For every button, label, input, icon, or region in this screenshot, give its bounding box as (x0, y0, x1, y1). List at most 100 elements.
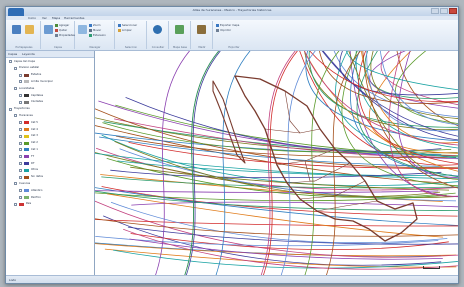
layer-properties-button[interactable]: Propiedades (55, 34, 75, 38)
cursor-icon (118, 24, 121, 27)
layer-tree-label: Limite municipal (31, 79, 53, 83)
layer-tree-label: Pacifico (31, 195, 41, 199)
expand-toggle-icon[interactable] (14, 66, 17, 70)
layer-tree-item[interactable]: Division estatal (6, 66, 92, 71)
zoom-button[interactable]: Zoom (89, 24, 113, 28)
visibility-checkbox[interactable] (19, 134, 22, 138)
layer-tree-label: Huracanes (19, 113, 33, 117)
layer-tree-label: Cat 2 (31, 141, 38, 145)
layer-tree-item[interactable]: Ciudades (6, 100, 92, 105)
pan-button[interactable]: Mover (89, 29, 113, 33)
layer-tree-item[interactable]: TT (6, 155, 92, 159)
clear-selection-button[interactable]: Limpiar (118, 29, 145, 33)
ribbon-group-layers: Agregar Quitar Propiedades Capas (42, 21, 75, 49)
ribbon-group-label: Medir (198, 46, 206, 49)
layer-swatch-icon (24, 141, 29, 145)
expand-toggle-icon[interactable] (14, 87, 17, 91)
layer-tree-label: Ciudades (31, 100, 44, 104)
map-canvas[interactable] (95, 51, 458, 275)
print-label: Imprimir (220, 29, 232, 32)
layer-tree-item[interactable]: Capitales (6, 94, 92, 98)
peninsula-outline (212, 80, 246, 164)
open-icon[interactable] (12, 25, 21, 34)
layer-tree-item[interactable]: Cat 3 (6, 134, 92, 139)
layer-tree-item[interactable]: Huracanes (6, 114, 92, 118)
layer-tree-item[interactable]: Pacifico (6, 196, 92, 200)
minimize-button[interactable] (431, 8, 439, 14)
expand-toggle-icon[interactable] (9, 107, 12, 111)
layer-tree-label: Cat 3 (31, 134, 38, 138)
layer-tree-label: Division estatal (19, 66, 39, 70)
layer-tree-item[interactable]: Cat 2 (6, 141, 92, 146)
identify-icon[interactable] (153, 25, 162, 34)
layer-swatch-icon (24, 168, 29, 172)
visibility-checkbox[interactable] (19, 162, 22, 165)
layer-tree-item[interactable]: Trayectorias (6, 107, 92, 112)
layer-tree-item[interactable]: Cat 5 (6, 121, 92, 125)
visibility-checkbox[interactable] (19, 141, 22, 145)
visibility-checkbox[interactable] (19, 94, 22, 97)
visibility-checkbox[interactable] (19, 121, 22, 125)
add-layer-button[interactable]: Agregar (55, 24, 73, 28)
visibility-checkbox[interactable] (19, 175, 22, 179)
ribbon-group-navigate: Zoom Mover Extension Navegar (76, 21, 115, 49)
map-page-icon[interactable] (78, 25, 87, 34)
layer-tree-item[interactable]: Capas del mapa (6, 60, 92, 64)
layer-tree-item[interactable]: Localidades (6, 87, 92, 91)
layer-tree-label: Atlantico (31, 188, 43, 192)
visibility-checkbox[interactable] (19, 196, 22, 199)
layer-swatch-icon (24, 189, 29, 193)
layer-swatch-icon (24, 155, 29, 159)
ribbon-group-query: Consultar (148, 21, 169, 49)
layer-tree-item[interactable]: Limite municipal (6, 80, 92, 84)
visibility-checkbox[interactable] (19, 100, 22, 104)
full-extent-button[interactable]: Extension (89, 34, 113, 38)
maximize-button[interactable] (440, 8, 448, 14)
hurricane-track (364, 51, 458, 99)
tab-legend[interactable]: Leyenda (22, 52, 35, 56)
visibility-checkbox[interactable] (19, 80, 22, 84)
ribbon-group-label: Consultar (151, 46, 165, 49)
visibility-checkbox[interactable] (19, 155, 22, 159)
folder-icon[interactable] (25, 25, 34, 34)
layer-swatch-icon (24, 100, 29, 104)
tab-layers[interactable]: Capas (8, 52, 17, 56)
close-button[interactable] (449, 8, 457, 14)
globe-icon (89, 34, 92, 37)
layer-tree-item[interactable]: Estados (6, 73, 92, 78)
visibility-checkbox[interactable] (19, 73, 22, 77)
ribbon: Portapapeles Agregar Quitar Propiedades … (6, 20, 458, 51)
layer-tree-item[interactable]: Atlantico (6, 189, 92, 193)
visibility-checkbox[interactable] (19, 128, 22, 131)
visibility-checkbox[interactable] (14, 202, 17, 206)
select-button[interactable]: Seleccionar (118, 24, 145, 28)
ruler-icon[interactable] (197, 25, 206, 34)
visibility-checkbox[interactable] (19, 168, 22, 172)
add-layer-icon[interactable] (44, 25, 53, 34)
visibility-checkbox[interactable] (19, 189, 22, 193)
layer-tree-item[interactable]: Otros (6, 168, 92, 173)
layer-tree-item[interactable]: Cat 1 (6, 148, 92, 152)
layer-tree-item[interactable]: Pais (6, 202, 92, 207)
zoom-label: Zoom (93, 24, 101, 27)
expand-toggle-icon[interactable] (9, 60, 12, 63)
layer-tree-item[interactable]: Cat 4 (6, 128, 92, 132)
export-map-button[interactable]: Exportar mapa (216, 24, 253, 28)
layer-swatch-icon (24, 128, 29, 131)
layer-swatch-icon (24, 94, 29, 97)
print-button[interactable]: Imprimir (216, 29, 253, 33)
layer-tree-item[interactable]: Sin datos (6, 175, 92, 180)
expand-toggle-icon[interactable] (14, 182, 17, 186)
expand-toggle-icon[interactable] (14, 114, 17, 118)
visibility-checkbox[interactable] (19, 148, 22, 152)
status-text: Listo (9, 278, 17, 282)
remove-layer-button[interactable]: Quitar (55, 29, 73, 33)
layer-swatch-icon (24, 121, 29, 125)
ribbon-group-export: Exportar mapa Imprimir Exportar (214, 21, 254, 49)
map-view[interactable] (95, 51, 458, 275)
layer-tree-item[interactable]: Cuencas (6, 182, 92, 186)
zoom-icon (89, 24, 92, 27)
basemap-icon[interactable] (175, 25, 184, 34)
layer-tree-label: TT (31, 154, 35, 158)
layer-tree-item[interactable]: DT (6, 162, 92, 166)
